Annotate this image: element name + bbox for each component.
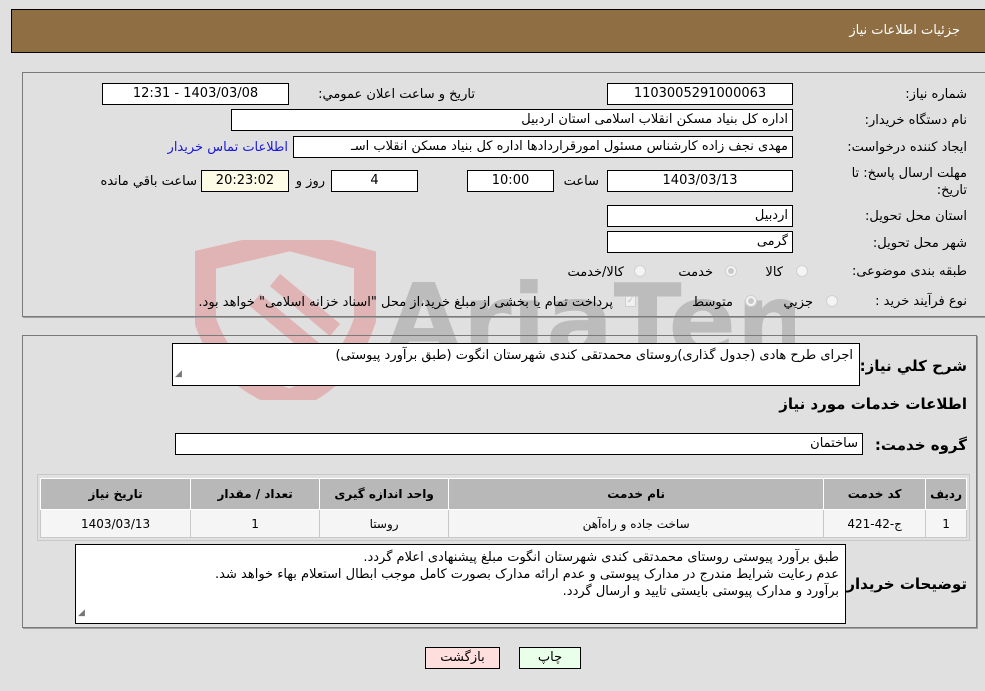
cell-need-date: 1403/03/13 (39, 509, 192, 538)
province-field: اردبیل (607, 205, 793, 227)
treasury-checkbox[interactable]: ✓ (625, 296, 636, 307)
category-option-goods: کالا (765, 265, 783, 280)
cell-quantity: 1 (190, 509, 321, 538)
creator-label: ایجاد کننده درخواست: (847, 140, 967, 155)
remaining-time-label: ساعت باقي مانده (100, 174, 197, 189)
buyer-org-field: اداره کل بنیاد مسکن انقلاب اسلامی استان … (231, 109, 793, 131)
deadline-time-label: ساعت (563, 174, 599, 189)
col-service-name: نام خدمت (448, 478, 825, 510)
province-label: استان محل تحویل: (865, 209, 967, 224)
category-radio-goods-service[interactable] (634, 265, 646, 277)
resize-grip-icon[interactable]: ◢ (78, 605, 85, 622)
deadline-label-2: تاریخ: (936, 183, 967, 198)
treasury-note: پرداخت تمام یا بخشی از مبلغ خرید،از محل … (198, 295, 613, 310)
description-textarea[interactable]: اجرای طرح هادی (جدول گذاری)روستای محمدتق… (172, 343, 860, 386)
process-radio-medium[interactable] (745, 295, 757, 307)
city-label: شهر محل تحویل: (872, 236, 967, 251)
process-radio-minor[interactable] (826, 295, 838, 307)
description-text: اجرای طرح هادی (جدول گذاری)روستای محمدتق… (335, 348, 853, 363)
process-label: نوع فرآیند خرید : (875, 294, 967, 309)
deadline-date-field: 1403/03/13 (607, 170, 793, 192)
category-radio-service[interactable] (725, 265, 737, 277)
creator-field: مهدی نجف زاده کارشناس مسئول امورقرارداده… (293, 136, 793, 158)
buyer-note-line: عدم رعایت شرایط مندرج در مدارک پیوستی و … (215, 567, 839, 582)
category-option-service: خدمت (678, 265, 713, 280)
service-group-field: ساختمان (175, 433, 863, 455)
back-button[interactable]: بازگشت (425, 647, 500, 669)
category-option-goods-service: کالا/خدمت (567, 265, 624, 280)
table-header-row: ردیف کد خدمت نام خدمت واحد اندازه گیری ت… (39, 478, 967, 510)
print-button[interactable]: چاپ (519, 647, 581, 669)
cell-service-code: ج-42-421 (823, 509, 927, 538)
buyer-note-line: طبق برآورد پیوستی روستای محمدتقی کندی شه… (363, 550, 839, 565)
deadline-label: مهلت ارسال پاسخ: تا (851, 166, 967, 181)
buyer-notes-textarea[interactable]: طبق برآورد پیوستی روستای محمدتقی کندی شه… (75, 544, 846, 624)
city-field: گرمی (607, 231, 793, 253)
announce-field: 1403/03/08 - 12:31 (102, 83, 289, 105)
process-option-medium: متوسط (692, 295, 733, 310)
col-service-code: کد خدمت (823, 478, 927, 510)
days-label: روز و (295, 174, 325, 189)
col-quantity: تعداد / مقدار (190, 478, 321, 510)
page-title: جزئیات اطلاعات نیاز (849, 23, 960, 38)
days-remaining-field: 4 (331, 170, 418, 192)
buyer-org-label: نام دستگاه خریدار: (864, 113, 967, 128)
deadline-time-field: 10:00 (467, 170, 554, 192)
buyer-notes-label: توضیحات خریدار: (840, 575, 967, 593)
process-option-minor: جزيي (783, 295, 813, 310)
service-group-label: گروه خدمت: (874, 436, 967, 454)
buyer-contact-link[interactable]: اطلاعات تماس خریدار (168, 140, 288, 155)
col-row-number: ردیف (925, 478, 967, 510)
cell-unit: روستا (319, 509, 450, 538)
resize-grip-icon[interactable]: ◢ (175, 364, 182, 384)
col-need-date: تاریخ نیاز (39, 478, 192, 510)
cell-service-name: ساخت جاده و راه‌آهن (448, 509, 825, 538)
col-unit: واحد اندازه گیری (319, 478, 450, 510)
description-label: شرح کلي نیاز: (859, 357, 967, 375)
buyer-note-line: برآورد و مدارک پیوستی بایستی تایید و ارس… (562, 584, 839, 599)
remaining-time-field: 20:23:02 (201, 170, 289, 192)
need-number-field: 1103005291000063 (607, 83, 793, 105)
services-table: ردیف کد خدمت نام خدمت واحد اندازه گیری ت… (39, 478, 967, 538)
cell-row-number: 1 (925, 509, 967, 538)
category-label: طبقه بندی موضوعی: (851, 264, 967, 279)
services-heading: اطلاعات خدمات مورد نیاز (779, 395, 967, 413)
need-number-label: شماره نیاز: (905, 87, 967, 102)
page-header: جزئیات اطلاعات نیاز (11, 9, 985, 53)
table-row: 1 ج-42-421 ساخت جاده و راه‌آهن روستا 1 1… (39, 509, 967, 538)
announce-label: تاریخ و ساعت اعلان عمومي: (318, 87, 475, 102)
category-radio-goods[interactable] (796, 265, 808, 277)
